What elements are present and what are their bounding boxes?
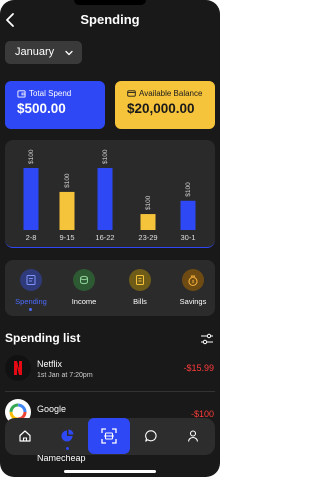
tab-savings[interactable]: $ Savings — [171, 260, 215, 316]
item-date: 1st Jan at 7:20pm — [37, 372, 93, 379]
bar-9-15[interactable] — [59, 191, 75, 230]
coins-icon — [73, 269, 95, 291]
scan-icon — [101, 428, 117, 444]
nav-active-dot — [66, 447, 69, 450]
chevron-down-icon — [65, 50, 73, 56]
active-indicator — [29, 308, 32, 311]
bar-value-label: $100 — [64, 173, 71, 188]
page-title: Spending — [80, 12, 140, 27]
bill-icon — [129, 269, 151, 291]
item-name: Google — [37, 404, 67, 414]
total-spend-card[interactable]: Total Spend $500.00 — [5, 81, 105, 129]
bar-value-label: $100 — [28, 149, 35, 164]
netflix-logo — [5, 355, 31, 381]
bar-16-22[interactable] — [97, 168, 113, 230]
item-name: Netflix — [37, 359, 63, 369]
chat-icon — [145, 430, 157, 442]
nav-home[interactable] — [5, 418, 45, 455]
tab-spending-label: Spending — [15, 297, 47, 306]
tab-savings-label: Savings — [179, 297, 207, 306]
list-item-google[interactable]: Google -$100 — [0, 398, 220, 425]
x-tick-label: 23-29 — [138, 233, 157, 242]
tab-bills-label: Bills — [133, 297, 147, 306]
bar-value-label: $100 — [185, 182, 192, 197]
user-icon — [187, 430, 199, 442]
tab-spending[interactable]: Spending — [9, 260, 53, 316]
bar-value-label: $100 — [145, 195, 152, 210]
svg-text:$: $ — [192, 279, 195, 284]
x-tick-label: 9-15 — [59, 233, 74, 242]
nav-scan-button[interactable] — [88, 418, 130, 454]
tab-income-label: Income — [71, 297, 97, 306]
bar-30-1[interactable] — [180, 200, 196, 230]
top-bar: Spending — [0, 8, 220, 32]
spending-list-title: Spending list — [5, 331, 81, 345]
available-balance-card[interactable]: Available Balance $20,000.00 — [115, 81, 215, 129]
month-label: January — [15, 46, 55, 58]
available-balance-label: Available Balance — [139, 89, 203, 98]
phone-screen: Spending January Total Spend $500.00 Ava… — [0, 0, 220, 477]
weekly-spending-chart: $100 2-8 $100 9-15 $100 16-22 $100 23-29 $100 30-… — [5, 140, 215, 248]
x-tick-label: 2-8 — [26, 233, 37, 242]
available-balance-value: $20,000.00 — [127, 101, 195, 116]
total-spend-label: Total Spend — [29, 89, 72, 98]
filter-icon[interactable] — [200, 332, 214, 346]
month-dropdown[interactable]: January — [5, 41, 82, 64]
x-tick-label: 30-1 — [180, 233, 195, 242]
wallet-icon — [17, 90, 26, 98]
receipt-icon — [20, 269, 42, 291]
notch — [74, 0, 146, 5]
bar-23-29[interactable] — [140, 214, 156, 230]
list-item-netflix[interactable]: Netflix 1st Jan at 7:20pm -$15.99 — [0, 352, 220, 388]
nav-profile[interactable] — [173, 418, 213, 455]
tab-income[interactable]: Income — [62, 260, 106, 316]
home-indicator — [64, 470, 156, 473]
money-bag-icon: $ — [182, 269, 204, 291]
total-spend-value: $500.00 — [17, 101, 66, 116]
nav-chat[interactable] — [131, 418, 171, 455]
category-tabs: Spending Income Bills $ Savings — [5, 260, 215, 316]
divider — [5, 391, 215, 392]
chart-pie-icon — [61, 429, 74, 442]
home-icon — [19, 430, 31, 442]
bar-chart: $100 2-8 $100 9-15 $100 16-22 $100 23-29 $100 30-… — [23, 149, 196, 242]
x-tick-label: 16-22 — [95, 233, 114, 242]
bar-2-8[interactable] — [23, 168, 39, 230]
nav-stats[interactable] — [47, 418, 87, 455]
item-amount: -$15.99 — [183, 363, 214, 373]
card-icon — [127, 90, 136, 97]
tab-bills[interactable]: Bills — [118, 260, 162, 316]
bar-value-label: $100 — [102, 149, 109, 164]
